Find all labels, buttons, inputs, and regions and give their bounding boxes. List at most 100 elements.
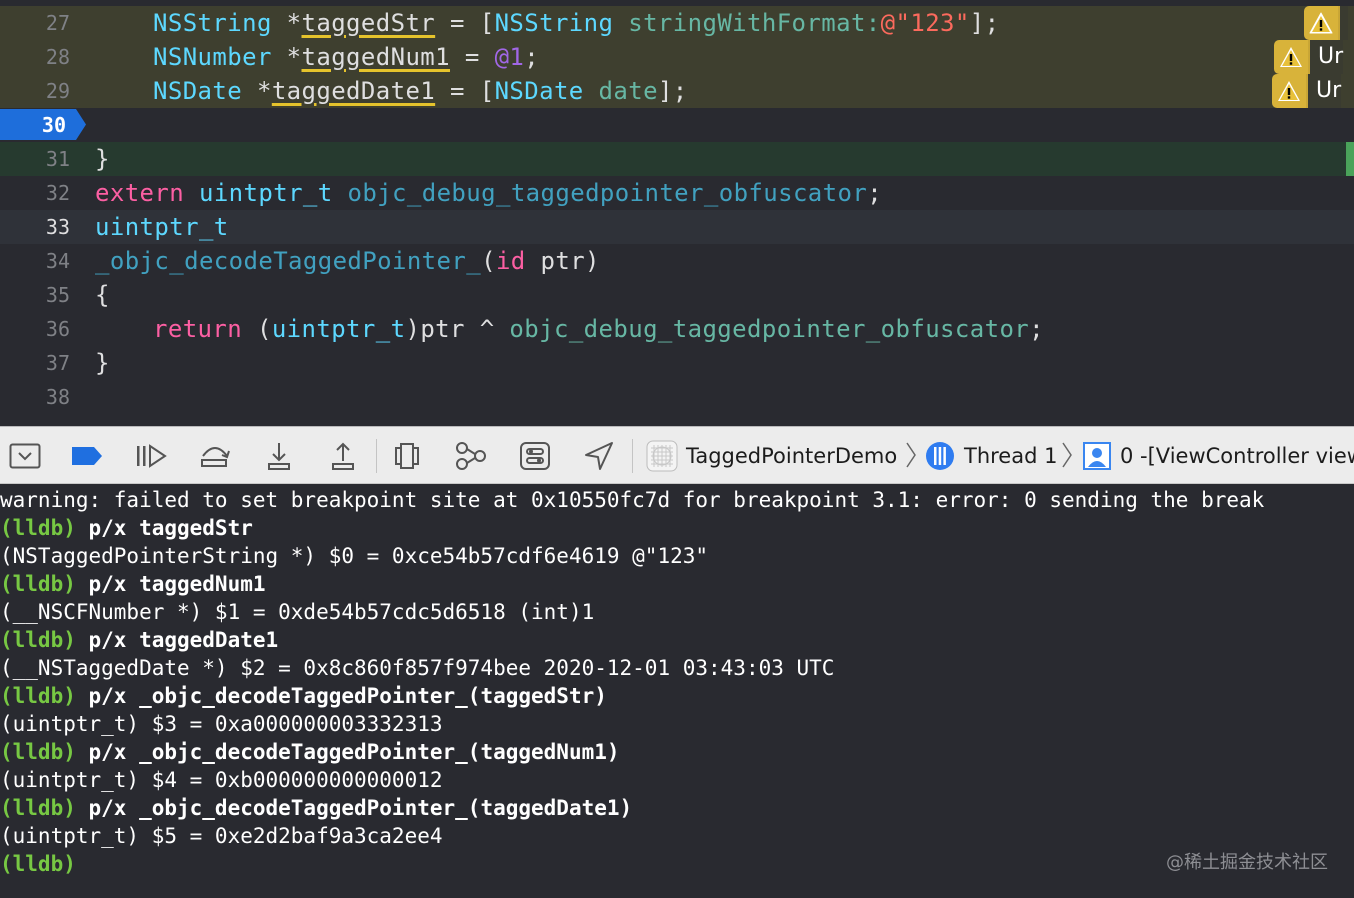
line-number[interactable]: 27 xyxy=(0,6,70,40)
token-plain: ( xyxy=(481,247,496,275)
code-line-32[interactable]: 32 extern uintptr_t objc_debug_taggedpoi… xyxy=(0,176,1354,210)
breadcrumb-scheme[interactable]: TaggedPointerDemo xyxy=(646,435,897,477)
simulate-location-button[interactable] xyxy=(582,439,616,473)
thread-icon xyxy=(924,440,956,472)
frame-label: 0 -[ViewController view xyxy=(1120,444,1354,468)
lldb-console[interactable]: warning: failed to set breakpoint site a… xyxy=(0,484,1354,898)
code-text[interactable]: { xyxy=(95,278,110,312)
token-keyword: extern xyxy=(95,179,185,207)
code-line-29[interactable]: 29 NSDate *taggedDate1 = [NSDate date]; … xyxy=(0,74,1354,108)
token-plain: * xyxy=(271,9,302,37)
token-keyword: return xyxy=(153,315,243,343)
token-type: NSDate xyxy=(153,77,243,105)
code-text[interactable]: NSNumber *taggedNum1 = @1; xyxy=(153,40,539,74)
code-text[interactable]: NSString *taggedStr = [NSString stringWi… xyxy=(153,6,999,40)
line-number[interactable]: 37 xyxy=(0,346,70,380)
warning-badge[interactable] xyxy=(1304,6,1348,40)
token-global-variable: objc_debug_taggedpointer_obfuscator xyxy=(509,315,1030,343)
continue-button[interactable] xyxy=(134,439,168,473)
token-variable: taggedStr xyxy=(301,9,436,37)
step-into-button[interactable] xyxy=(262,439,296,473)
line-number[interactable]: 33 xyxy=(0,210,70,244)
step-into-icon xyxy=(268,443,290,470)
hide-debug-area-button[interactable] xyxy=(8,439,42,473)
line-number[interactable]: 29 xyxy=(0,74,70,108)
line-number[interactable]: 38 xyxy=(0,380,70,414)
code-text[interactable]: uintptr_t xyxy=(95,210,229,244)
debug-view-hierarchy-button[interactable] xyxy=(390,439,424,473)
code-text[interactable]: } xyxy=(95,142,110,176)
console-warning: warning: failed to set breakpoint site a… xyxy=(0,488,1265,512)
token-plain: ]; xyxy=(657,77,688,105)
token-type: NSDate xyxy=(494,77,584,105)
console-output: (uintptr_t) $3 = 0xa000000003332313 xyxy=(0,712,443,736)
code-line-27[interactable]: 27 NSString *taggedStr = [NSString strin… xyxy=(0,6,1354,40)
code-line-37[interactable]: 37 } xyxy=(0,346,1354,380)
line-number[interactable]: 31 xyxy=(0,142,70,176)
step-over-button[interactable] xyxy=(198,439,232,473)
token-type: NSNumber xyxy=(153,43,272,71)
toggle-breakpoints-button[interactable] xyxy=(70,439,104,473)
execution-marker xyxy=(1346,142,1354,176)
app-target-icon xyxy=(646,440,678,472)
token-plain: ; xyxy=(524,43,540,71)
code-line-34[interactable]: 34 _objc_decodeTaggedPointer_(id ptr) xyxy=(0,244,1354,278)
lldb-prompt: (lldb) xyxy=(0,684,76,708)
step-out-button[interactable] xyxy=(326,439,360,473)
token-type: uintptr_t xyxy=(198,179,333,207)
breadcrumb-thread[interactable]: Thread 1 xyxy=(924,435,1057,477)
memory-graph-icon xyxy=(456,442,486,470)
source-editor[interactable]: 27 NSString *taggedStr = [NSString strin… xyxy=(0,0,1354,426)
token-literal: @1 xyxy=(494,43,525,71)
warning-badge[interactable]: Ur xyxy=(1274,40,1344,74)
warning-message: Ur xyxy=(1308,40,1344,74)
console-output: (uintptr_t) $4 = 0xb000000000000012 xyxy=(0,768,443,792)
debug-toolbar: TaggedPointerDemo Thread 1 0 -[ViewContr… xyxy=(0,426,1354,484)
console-input-line[interactable]: (lldb) xyxy=(0,850,76,878)
code-text[interactable]: NSDate *taggedDate1 = [NSDate date]; xyxy=(153,74,688,108)
warning-message xyxy=(1338,6,1348,40)
code-line-28[interactable]: 28 NSNumber *taggedNum1 = @1; Ur xyxy=(0,40,1354,74)
line-number: 30 xyxy=(41,113,66,137)
code-line-30[interactable]: 30 xyxy=(0,108,1354,142)
token-string: @"123" xyxy=(880,9,970,37)
token-plain: * xyxy=(271,43,302,71)
console-command: (lldb) p/x taggedDate1 xyxy=(0,626,278,654)
warning-triangle-icon xyxy=(1304,6,1338,40)
code-text[interactable]: return (uintptr_t)ptr ^ objc_debug_tagge… xyxy=(153,312,1044,346)
console-output: (NSTaggedPointerString *) $0 = 0xce54b57… xyxy=(0,544,709,568)
line-number[interactable]: 35 xyxy=(0,278,70,312)
line-number[interactable]: 34 xyxy=(0,244,70,278)
code-line-33[interactable]: 33 uintptr_t xyxy=(0,210,1354,244)
token-plain: ]; xyxy=(969,9,1000,37)
user-frame-icon xyxy=(1082,441,1112,471)
breadcrumb-frame[interactable]: 0 -[ViewController view xyxy=(1082,435,1354,477)
code-line-38[interactable]: 38 xyxy=(0,380,1354,414)
line-number[interactable]: 32 xyxy=(0,176,70,210)
code-line-36[interactable]: 36 return (uintptr_t)ptr ^ objc_debug_ta… xyxy=(0,312,1354,346)
environment-overrides-button[interactable] xyxy=(518,439,552,473)
code-text[interactable]: extern uintptr_t objc_debug_taggedpointe… xyxy=(95,176,882,210)
debug-memory-graph-button[interactable] xyxy=(454,439,488,473)
warning-badge[interactable]: Ur xyxy=(1272,74,1342,108)
warning-triangle-icon xyxy=(1272,74,1306,108)
token-plain: = xyxy=(450,43,495,71)
code-line-31[interactable]: 31 } xyxy=(0,142,1354,176)
code-line-35[interactable]: 35 { xyxy=(0,278,1354,312)
token-method: stringWithFormat: xyxy=(628,9,881,37)
console-output: (uintptr_t) $5 = 0xe2d2baf9a3ca2ee4 xyxy=(0,824,443,848)
warning-triangle-icon xyxy=(1274,40,1308,74)
line-number[interactable]: 36 xyxy=(0,312,70,346)
toolbar-divider xyxy=(376,439,377,473)
line-number[interactable]: 28 xyxy=(0,40,70,74)
toolbar-divider xyxy=(632,439,633,473)
code-text[interactable]: } xyxy=(95,346,110,380)
lldb-prompt: (lldb) xyxy=(0,852,76,876)
console-command: (lldb) p/x _objc_decodeTaggedPointer_(ta… xyxy=(0,794,632,822)
code-text[interactable]: _objc_decodeTaggedPointer_(id ptr) xyxy=(95,244,600,278)
environment-overrides-icon xyxy=(520,442,550,470)
token-variable: taggedNum1 xyxy=(301,43,450,71)
console-command: (lldb) p/x _objc_decodeTaggedPointer_(ta… xyxy=(0,738,620,766)
